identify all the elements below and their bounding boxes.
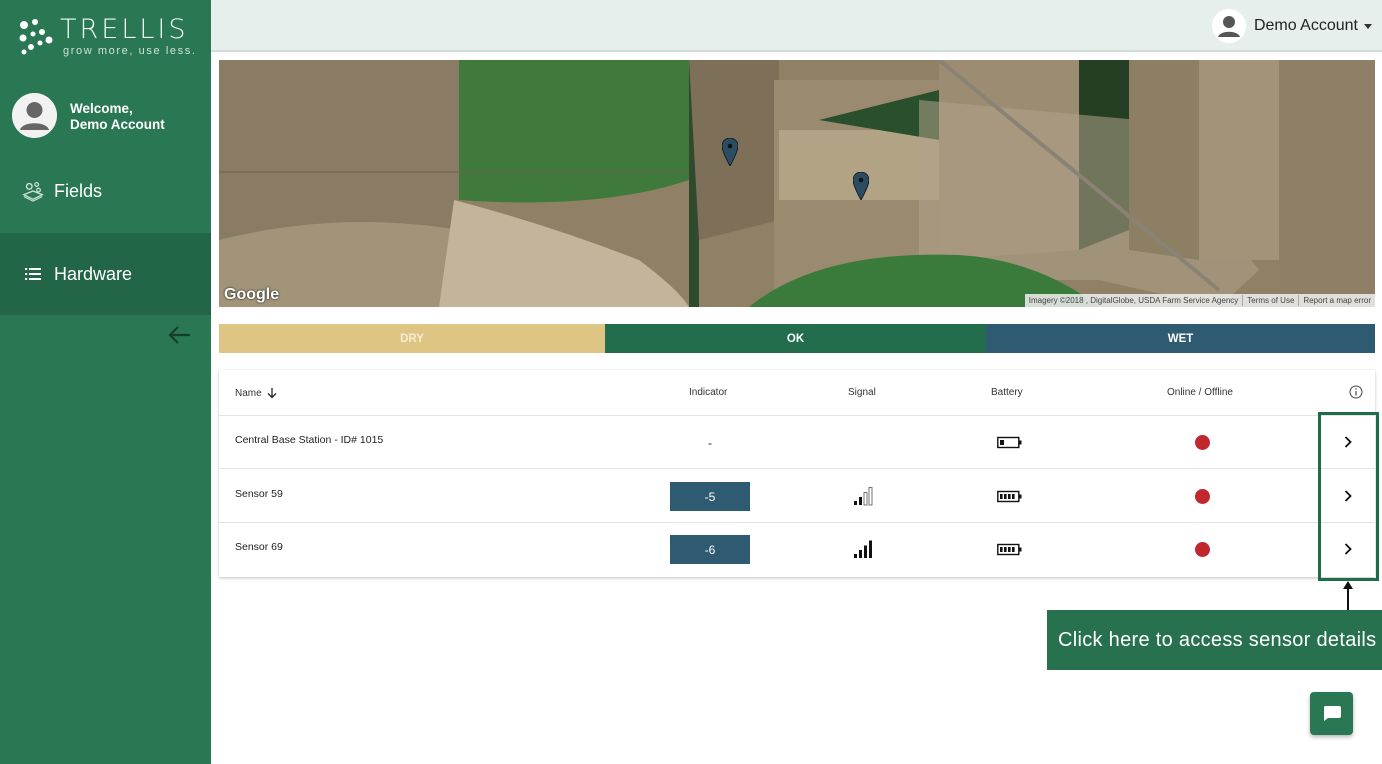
chat-bubble-icon (1323, 705, 1341, 721)
signal-column-header: Signal (848, 387, 876, 398)
chat-button[interactable] (1310, 692, 1353, 735)
tutorial-callout: Click here to access sensor details (1047, 610, 1382, 670)
account-name: Demo Account (1253, 17, 1358, 34)
account-menu[interactable]: Demo Account (1211, 9, 1372, 43)
sidebar-item-hardware[interactable]: Hardware (0, 233, 211, 315)
welcome-text: Welcome, Demo Account (70, 101, 165, 133)
offline-status-dot (1195, 489, 1210, 504)
name-column-header[interactable]: Name (235, 387, 278, 399)
device-name: Central Base Station - ID# 1015 (235, 434, 384, 446)
sidebar-item-fields[interactable]: Fields (0, 150, 211, 232)
arrow-left-icon (168, 326, 190, 344)
hardware-table: Name Indicator Signal Battery Online / O… (219, 370, 1375, 577)
table-row[interactable]: Sensor 69 -6 (219, 523, 1375, 576)
table-header: Name Indicator Signal Battery Online / O… (219, 370, 1375, 416)
report-map-error-link[interactable]: Report a map error (1298, 295, 1375, 306)
legend-ok: OK (605, 324, 986, 353)
online-column-header: Online / Offline (1167, 387, 1233, 398)
map-marker-icon[interactable] (853, 172, 869, 200)
signal-strength-icon (854, 540, 872, 558)
imagery-credit: Imagery ©2018 , DigitalGlobe, USDA Farm … (1028, 296, 1239, 305)
welcome-line2: Demo Account (70, 117, 165, 132)
offline-status-dot (1195, 542, 1210, 557)
sort-down-icon (267, 388, 277, 399)
brand-tagline: grow more, use less. (63, 45, 197, 57)
device-name: Sensor 69 (235, 541, 283, 553)
table-row[interactable]: Sensor 59 -5 (219, 470, 1375, 523)
map-marker-icon[interactable] (722, 138, 738, 166)
satellite-imagery (219, 60, 1375, 307)
fields-icon (20, 178, 46, 204)
callout-arrow-line (1347, 588, 1349, 610)
sidebar-item-label: Fields (54, 180, 103, 201)
logo-dots-icon (19, 19, 53, 55)
avatar (12, 93, 57, 138)
battery-low-icon (997, 436, 1022, 449)
moisture-legend: DRY OK WET (219, 324, 1375, 353)
avatar (1211, 9, 1246, 43)
caret-down-icon (1364, 23, 1372, 29)
table-row[interactable]: Central Base Station - ID# 1015 - (219, 416, 1375, 469)
battery-full-icon (997, 543, 1022, 556)
info-icon[interactable] (1349, 385, 1363, 399)
user-avatar-icon (1211, 9, 1246, 43)
welcome-line1: Welcome, (70, 101, 133, 116)
indicator-value: -5 (670, 482, 750, 511)
sidebar: TRELLIS grow more, use less. Welcome, De… (0, 0, 211, 764)
indicator-value: -6 (670, 535, 750, 564)
list-icon (20, 261, 46, 287)
offline-status-dot (1195, 435, 1210, 450)
details-column-highlight (1318, 412, 1379, 581)
sidebar-item-label: Hardware (54, 263, 133, 284)
legend-wet: WET (986, 324, 1375, 353)
indicator-value: - (708, 436, 712, 450)
brand-name: TRELLIS (60, 14, 189, 45)
top-bar: Demo Account (211, 0, 1382, 52)
name-header-label: Name (235, 387, 262, 399)
google-logo: Google (224, 286, 280, 303)
user-avatar-icon (12, 93, 57, 138)
trellis-logo[interactable]: TRELLIS grow more, use less. (18, 14, 198, 60)
battery-full-icon (997, 490, 1022, 503)
indicator-column-header: Indicator (689, 387, 728, 398)
farm-map[interactable]: Google Imagery ©2018 , DigitalGlobe, USD… (219, 60, 1375, 307)
device-name: Sensor 59 (235, 488, 283, 500)
battery-column-header: Battery (991, 387, 1023, 398)
collapse-sidebar-button[interactable] (166, 322, 194, 348)
legend-dry: DRY (219, 324, 605, 353)
signal-strength-icon (854, 487, 873, 506)
terms-of-use-link[interactable]: Terms of Use (1242, 295, 1298, 306)
welcome-block: Welcome, Demo Account (12, 93, 202, 139)
map-attribution: Imagery ©2018 , DigitalGlobe, USDA Farm … (1024, 294, 1375, 307)
